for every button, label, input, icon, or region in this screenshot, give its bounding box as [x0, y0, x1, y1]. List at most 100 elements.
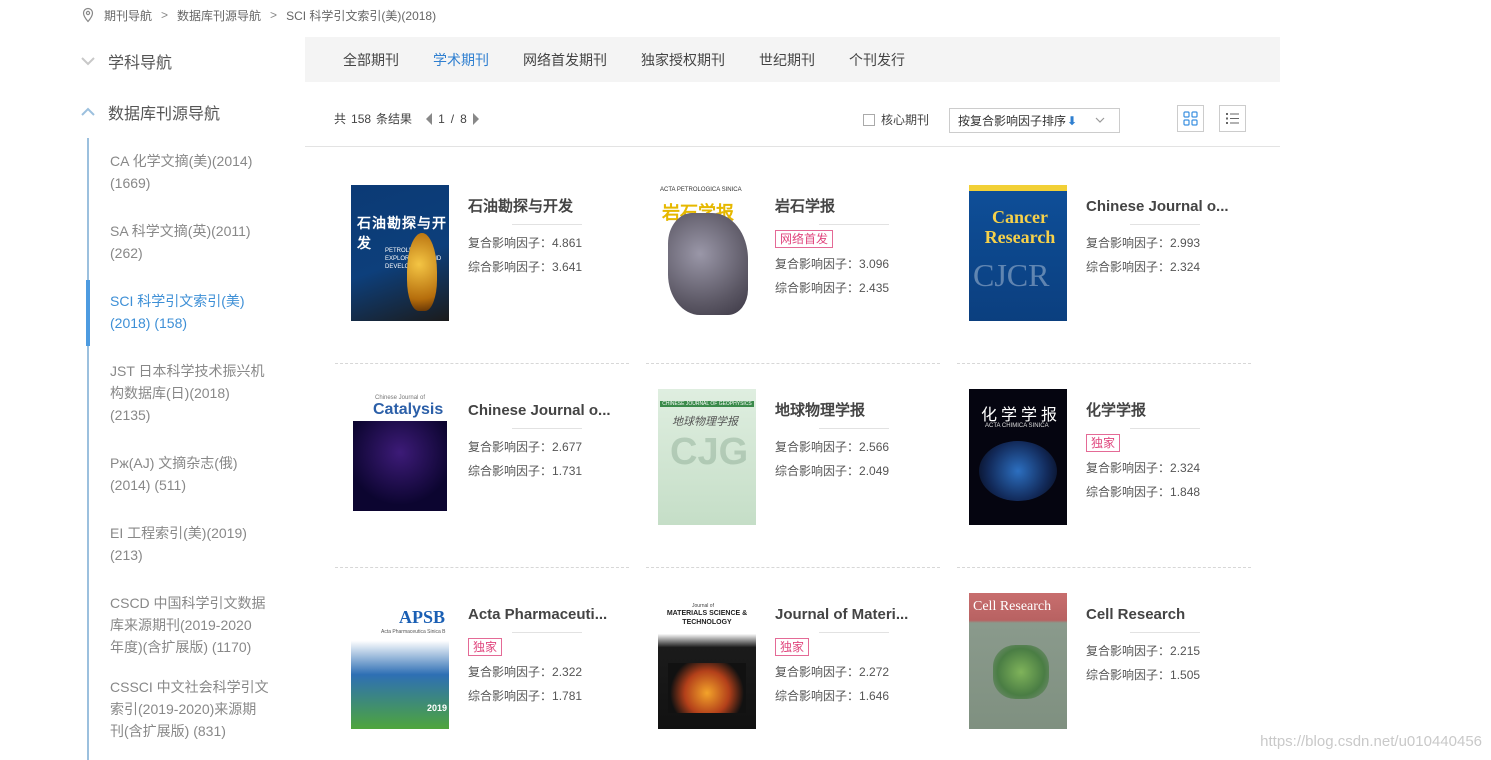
- tab-all[interactable]: 全部期刊: [343, 50, 399, 70]
- journal-info: Acta Pharmaceuti... 独家 复合影响因子：2.322 综合影响…: [468, 605, 628, 708]
- cover-year: 2019: [427, 703, 448, 713]
- composite-impact-factor: 复合影响因子：3.096: [775, 257, 890, 271]
- tab-individual[interactable]: 个刊发行: [849, 50, 905, 70]
- journal-cover[interactable]: Cell Research: [969, 593, 1067, 729]
- cover-subtitle: CJCR: [973, 257, 1050, 293]
- watermark: https://blog.csdn.net/u010440456: [1260, 733, 1482, 750]
- breadcrumb-item-database-nav[interactable]: 数据库刊源导航: [177, 7, 261, 24]
- cover-graphic: [979, 441, 1057, 501]
- title-underline: [819, 428, 889, 429]
- page-total: 8: [460, 111, 467, 126]
- exclusive-badge: 独家: [1086, 434, 1121, 452]
- list-view-button[interactable]: [1219, 105, 1246, 132]
- journal-cover[interactable]: 化学学报 ACTA CHIMICA SINICA: [969, 389, 1067, 525]
- result-count: 158: [351, 111, 372, 126]
- tab-century[interactable]: 世纪期刊: [759, 50, 815, 70]
- journal-title[interactable]: Chinese Journal o...: [468, 401, 618, 421]
- journal-card[interactable]: Cell Research Cell Research 复合影响因子：2.215…: [953, 572, 1247, 742]
- card-divider: [335, 363, 629, 364]
- nav-item-sa[interactable]: SA 科学文摘(英)(2011) (262): [89, 208, 287, 278]
- nav-item-text: (262): [110, 245, 143, 261]
- tab-academic[interactable]: 学术期刊: [433, 50, 489, 70]
- cover-watermark: CJG: [670, 431, 749, 473]
- comprehensive-impact-factor: 综合影响因子：1.731: [468, 464, 583, 478]
- next-page-icon[interactable]: [472, 112, 479, 125]
- journal-cover[interactable]: APSB Acta Pharmaceutica Sinica B 2019: [351, 593, 449, 729]
- comprehensive-impact-factor: 综合影响因子：2.435: [775, 281, 890, 295]
- chevron-down-icon: [81, 57, 95, 66]
- journal-card[interactable]: ACTA PETROLOGICA SINICA 岩石学报 岩石学报 网络首发 复…: [642, 164, 936, 334]
- nav-section-database[interactable]: 数据库刊源导航: [80, 100, 220, 124]
- journal-info: Chinese Journal o... 复合影响因子：2.677 综合影响因子…: [468, 401, 628, 483]
- journal-type-tabs: 全部期刊 学术期刊 网络首发期刊 独家授权期刊 世纪期刊 个刊发行: [305, 37, 1280, 82]
- nav-item-text: EI 工程索引(美)(2019): [110, 525, 247, 541]
- journal-title[interactable]: 化学学报: [1086, 401, 1236, 421]
- exclusive-badge: 独家: [468, 638, 503, 656]
- cover-subtitle: Acta Pharmaceutica Sinica B: [381, 629, 446, 635]
- journal-card[interactable]: Chinese Journal of Catalysis Chinese Jou…: [335, 368, 629, 538]
- comprehensive-impact-factor: 综合影响因子：1.646: [775, 689, 890, 703]
- nav-item-jst[interactable]: JST 日本科学技术振兴机 构数据库(日)(2018) (2135): [89, 348, 287, 440]
- journal-cover[interactable]: Chinese Journal of Catalysis: [351, 389, 449, 525]
- breadcrumb-item-journal-nav[interactable]: 期刊导航: [104, 7, 152, 24]
- breadcrumb-separator: >: [270, 8, 278, 22]
- journal-info: 岩石学报 网络首发 复合影响因子：3.096 综合影响因子：2.435: [775, 197, 935, 300]
- nav-item-text: JST 日本科学技术振兴机: [110, 363, 265, 379]
- sort-direction-icon: ⬇: [1067, 113, 1078, 128]
- journal-info: 化学学报 独家 复合影响因子：2.324 综合影响因子：1.848: [1086, 401, 1246, 504]
- title-underline: [512, 224, 582, 225]
- journal-card[interactable]: Cancer Research CJCR Chinese Journal o..…: [953, 164, 1247, 334]
- cover-band: [969, 185, 1067, 191]
- card-divider: [957, 567, 1251, 568]
- journal-card[interactable]: Journal of MATERIALS SCIENCE & TECHNOLOG…: [642, 572, 936, 742]
- checkbox-box[interactable]: [863, 113, 875, 126]
- core-journal-checkbox[interactable]: 核心期刊: [863, 111, 929, 128]
- journal-cover[interactable]: ACTA PETROLOGICA SINICA 岩石学报: [658, 185, 756, 321]
- nav-item-text: SA 科学文摘(英)(2011): [110, 223, 251, 239]
- journal-title[interactable]: 岩石学报: [775, 197, 925, 217]
- list-icon: [1226, 113, 1239, 124]
- journal-title[interactable]: Cell Research: [1086, 605, 1236, 625]
- sort-dropdown[interactable]: 按复合影响因子排序 ⬇: [949, 108, 1120, 133]
- tab-online-first[interactable]: 网络首发期刊: [523, 50, 607, 70]
- prev-page-icon[interactable]: [426, 112, 433, 125]
- card-divider: [335, 567, 629, 568]
- journal-cover[interactable]: Cancer Research CJCR: [969, 185, 1067, 321]
- journal-info: 地球物理学报 复合影响因子：2.566 综合影响因子：2.049: [775, 401, 935, 483]
- journal-title[interactable]: 石油勘探与开发: [468, 197, 618, 217]
- composite-impact-factor: 复合影响因子：2.993: [1086, 236, 1201, 250]
- nav-item-text: CSSCI 中文社会科学引文: [110, 679, 269, 695]
- nav-section-subject[interactable]: 学科导航: [80, 49, 172, 73]
- journal-title[interactable]: 地球物理学报: [775, 401, 925, 421]
- nav-item-ca[interactable]: CA 化学文摘(美)(2014) (1669): [89, 138, 287, 208]
- nav-item-ei[interactable]: EI 工程索引(美)(2019) (213): [89, 510, 287, 580]
- cover-title: MATERIALS SCIENCE & TECHNOLOGY: [666, 610, 748, 626]
- journal-card[interactable]: CHINESE JOURNAL OF GEOPHYSICS 地球物理学报 CJG…: [642, 368, 936, 538]
- journal-card[interactable]: APSB Acta Pharmaceutica Sinica B 2019 Ac…: [335, 572, 629, 742]
- nav-item-text: 库来源期刊(2019-2020: [110, 617, 252, 633]
- journal-title[interactable]: Journal of Materi...: [775, 605, 925, 625]
- journal-cover[interactable]: 石油勘探与开发 PETROLEUM EXPLORATION AND DEVELO…: [351, 185, 449, 321]
- nav-item-sci[interactable]: SCI 科学引文索引(美) (2018) (158): [86, 278, 287, 348]
- nav-item-cscd[interactable]: CSCD 中国科学引文数据 库来源期刊(2019-2020 年度)(含扩展版) …: [89, 580, 287, 664]
- breadcrumb: 期刊导航 > 数据库刊源导航 > SCI 科学引文索引(美)(2018): [80, 6, 436, 24]
- journal-title[interactable]: Acta Pharmaceuti...: [468, 605, 618, 625]
- composite-impact-factor: 复合影响因子：2.677: [468, 440, 583, 454]
- composite-impact-factor: 复合影响因子：4.861: [468, 236, 583, 250]
- chevron-down-icon: [1095, 117, 1105, 123]
- journal-title[interactable]: Chinese Journal o...: [1086, 197, 1236, 217]
- online-first-badge: 网络首发: [775, 230, 834, 248]
- grid-view-button[interactable]: [1177, 105, 1204, 132]
- journal-cover[interactable]: CHINESE JOURNAL OF GEOPHYSICS 地球物理学报 CJG: [658, 389, 756, 525]
- nav-item-aj[interactable]: Рж(AJ) 文摘杂志(俄) (2014) (511): [89, 440, 287, 510]
- cover-graphic: [668, 663, 746, 713]
- nav-item-text: CSCD 中国科学引文数据: [110, 595, 266, 611]
- nav-item-cssci[interactable]: CSSCI 中文社会科学引文 索引(2019-2020)来源期 刊(含扩展版) …: [89, 664, 287, 756]
- page-separator: /: [450, 111, 455, 126]
- journal-card[interactable]: 石油勘探与开发 PETROLEUM EXPLORATION AND DEVELO…: [335, 164, 629, 334]
- journal-card[interactable]: 化学学报 ACTA CHIMICA SINICA 化学学报 独家 复合影响因子：…: [953, 368, 1247, 538]
- tab-exclusive[interactable]: 独家授权期刊: [641, 50, 725, 70]
- nav-section-database-label: 数据库刊源导航: [108, 106, 221, 123]
- breadcrumb-item-current: SCI 科学引文索引(美)(2018): [286, 8, 437, 23]
- journal-cover[interactable]: Journal of MATERIALS SCIENCE & TECHNOLOG…: [658, 593, 756, 729]
